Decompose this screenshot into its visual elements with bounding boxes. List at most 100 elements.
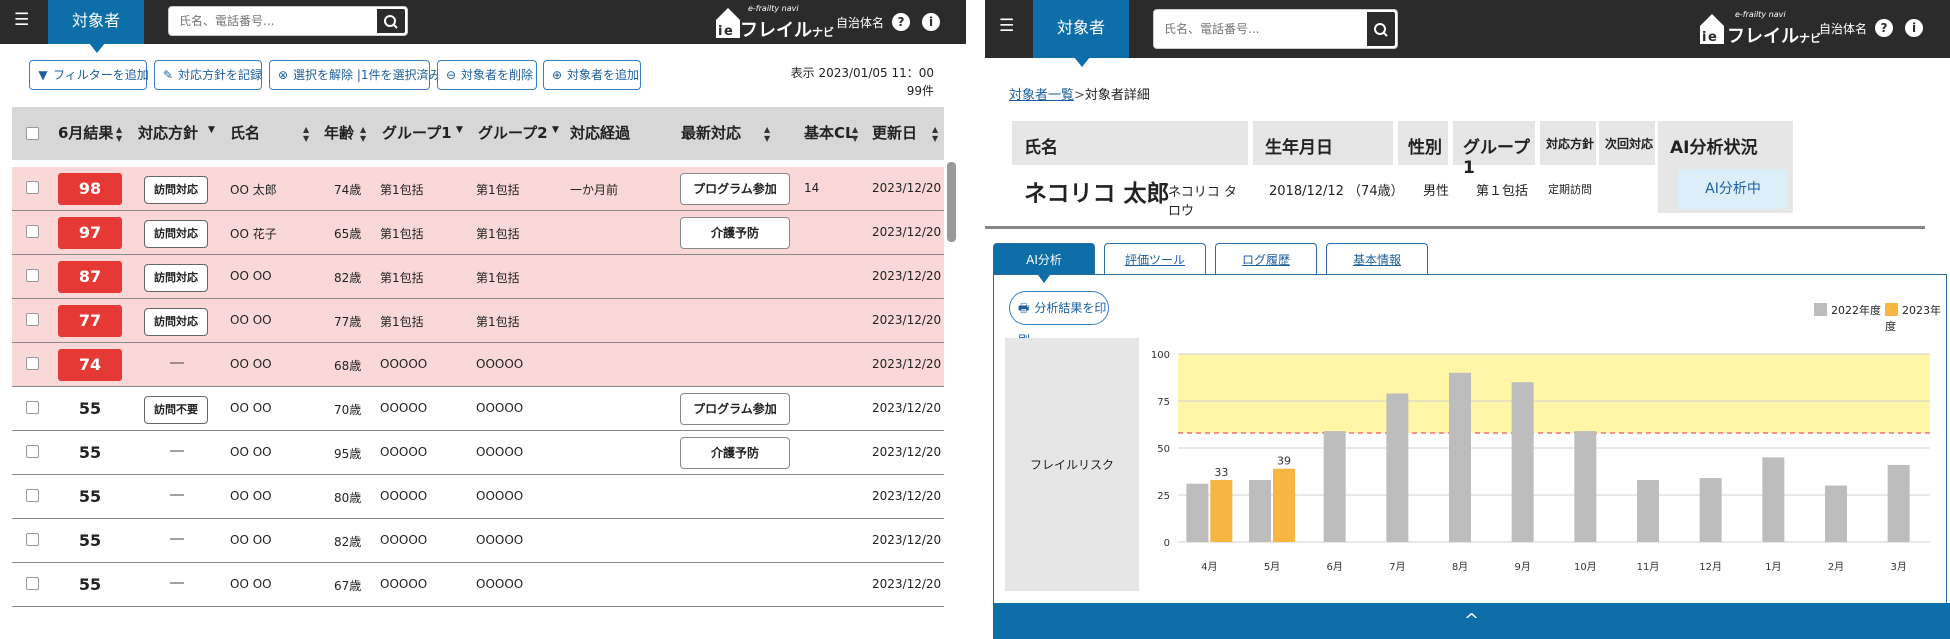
table-row[interactable]: 87 訪問対応 OO OO 82歳 第1包括 第1包括 2023/12/20 — [12, 255, 944, 299]
search-icon — [384, 15, 398, 29]
row-checkbox[interactable] — [26, 445, 39, 458]
table-row[interactable]: 55 ― OO OO 67歳 OOOOO OOOOO 2023/12/20 — [12, 563, 944, 607]
record-policy-button[interactable]: ✎ 対応方針を記録 — [154, 60, 262, 90]
row-checkbox[interactable] — [26, 489, 39, 502]
group2-cell: 第1包括 — [476, 315, 520, 329]
delete-subject-button[interactable]: ⊖ 対象者を削除 — [437, 60, 537, 90]
select-all-checkbox[interactable] — [26, 127, 39, 140]
tab-ai-analysis[interactable]: AI分析 — [993, 243, 1095, 283]
sort-icon[interactable]: ▲ ▼ — [360, 125, 366, 143]
row-checkbox[interactable] — [26, 357, 39, 370]
name-cell: OO OO — [230, 533, 272, 547]
column-header-age[interactable]: 年齢 — [324, 107, 354, 160]
search-input[interactable] — [169, 7, 374, 35]
sort-icon[interactable]: ▲ ▼ — [116, 125, 122, 143]
latest-action-button[interactable]: プログラム参加 — [680, 173, 790, 205]
table-row[interactable]: 97 訪問対応 OO 花子 65歳 第1包括 第1包括 介護予防 2023/12/20 — [12, 211, 944, 255]
search-input[interactable] — [1154, 10, 1359, 48]
birth-label: 生年月日 — [1253, 121, 1393, 165]
dropdown-icon[interactable]: ▼ — [552, 125, 559, 135]
print-results-button[interactable]: 🖶分析結果を印刷 — [1009, 291, 1109, 347]
search-button[interactable] — [1365, 10, 1397, 48]
clear-selection-button[interactable]: ⊗ 選択を解除 |1件を選択済み — [269, 60, 441, 90]
data-label: 33 — [1214, 466, 1228, 479]
table-row[interactable]: 74 ― OO OO 68歳 OOOOO OOOOO 2023/12/20 — [12, 343, 944, 387]
table-row[interactable]: 55 ― OO OO 95歳 OOOOO OOOOO 介護予防 2023/12/20 — [12, 431, 944, 475]
policy-button[interactable]: 訪問対応 — [144, 176, 208, 204]
score-badge: 77 — [58, 305, 122, 337]
table-row[interactable]: 55 訪問不要 OO OO 70歳 OOOOO OOOOO プログラム参加 2023/12/2… — [12, 387, 944, 431]
group2-cell: OOOOO — [476, 357, 524, 371]
score-badge: 98 — [58, 173, 122, 205]
group2-cell: 第1包括 — [476, 271, 520, 285]
policy-label: 対応方針 — [1540, 121, 1596, 165]
row-checkbox[interactable] — [26, 401, 39, 414]
svg-text:e: e — [724, 24, 733, 39]
menu-icon[interactable]: ☰ — [14, 12, 32, 29]
table-row[interactable]: 77 訪問対応 OO OO 77歳 第1包括 第1包括 2023/12/20 — [12, 299, 944, 343]
add-filter-button[interactable]: ▼ フィルターを追加 — [29, 60, 149, 90]
menu-icon[interactable]: ☰ — [999, 18, 1017, 35]
user-plus-icon: ⊕ — [551, 68, 563, 82]
column-header-group1[interactable]: グループ1 — [382, 107, 452, 160]
tab-subjects[interactable]: 対象者 — [1033, 0, 1129, 67]
table-row[interactable]: 55 ― OO OO 82歳 OOOOO OOOOO 2023/12/20 — [12, 519, 944, 563]
row-checkbox[interactable] — [26, 577, 39, 590]
tab-evaluation-tools[interactable]: 評価ツール — [1104, 243, 1206, 275]
y-tick-label: 0 — [1164, 538, 1170, 549]
column-header-progress[interactable]: 対応経過 — [570, 107, 630, 160]
latest-action-button[interactable]: 介護予防 — [680, 217, 790, 249]
x-tick-label: 9月 — [1514, 561, 1530, 573]
row-checkbox[interactable] — [26, 181, 39, 194]
sort-icon[interactable]: ▲ ▼ — [764, 125, 770, 143]
tab-basic-info[interactable]: 基本情報 — [1326, 243, 1428, 275]
table-row[interactable]: 55 ― OO OO 80歳 OOOOO OOOOO 2023/12/20 — [12, 475, 944, 519]
table-row[interactable]: 98 訪問対応 OO 太郎 74歳 第1包括 第1包括 一か月前 プログラム参加 14 2023/… — [12, 167, 944, 211]
column-header-group2[interactable]: グループ2 — [478, 107, 548, 160]
row-checkbox[interactable] — [26, 225, 39, 238]
column-header-latest[interactable]: 最新対応 — [681, 107, 741, 160]
collapse-bar[interactable]: ^ — [993, 603, 1950, 639]
x-tick-label: 11月 — [1637, 561, 1660, 573]
sort-icon[interactable]: ▲ ▼ — [932, 125, 938, 143]
updated-cell: 2023/12/20 — [872, 401, 942, 415]
question-circle-icon[interactable]: ? — [1875, 19, 1893, 37]
policy-button[interactable]: 訪問対応 — [144, 308, 208, 336]
group2-cell: 第1包括 — [476, 227, 520, 241]
search-icon — [1374, 23, 1388, 37]
bar-2022 — [1449, 372, 1471, 542]
dropdown-icon[interactable]: ▼ — [208, 125, 215, 135]
question-circle-icon[interactable]: ? — [892, 13, 910, 31]
name-cell: OO OO — [230, 357, 272, 371]
updated-cell: 2023/12/20 — [872, 269, 942, 283]
info-icon[interactable]: i — [1905, 19, 1923, 37]
search-button[interactable] — [375, 7, 407, 35]
column-header-basic-cl[interactable]: 基本CL — [804, 107, 855, 160]
row-checkbox[interactable] — [26, 533, 39, 546]
policy-button[interactable]: 訪問対応 — [144, 220, 208, 248]
sort-icon[interactable]: ▲ ▼ — [852, 125, 858, 143]
row-checkbox[interactable] — [26, 313, 39, 326]
latest-action-button[interactable]: プログラム参加 — [680, 393, 790, 425]
scrollbar[interactable] — [947, 162, 956, 242]
sort-icon[interactable]: ▲ ▼ — [303, 125, 309, 143]
dropdown-icon[interactable]: ▼ — [456, 125, 463, 135]
column-header-score[interactable]: 6月結果 — [58, 107, 113, 160]
name-cell: OO 太郎 — [230, 183, 277, 197]
add-subject-button[interactable]: ⊕ 対象者を追加 — [543, 60, 641, 90]
legend-swatch — [1885, 303, 1898, 316]
tab-log-history[interactable]: ログ履歴 — [1215, 243, 1317, 275]
app-header: ☰ 対象者 i e e-frailty navi フレイルナビ 自治体名 ? i — [0, 0, 966, 53]
latest-action-button[interactable]: 介護予防 — [680, 437, 790, 469]
column-header-updated[interactable]: 更新日 — [872, 107, 917, 160]
tab-subjects[interactable]: 対象者 — [48, 0, 144, 53]
column-header-policy[interactable]: 対応方針 — [138, 107, 198, 160]
svg-text:i: i — [1702, 30, 1706, 45]
breadcrumb-link-list[interactable]: 対象者一覧 — [1009, 88, 1074, 103]
printer-icon: 🖶 — [1018, 301, 1030, 315]
info-icon[interactable]: i — [922, 13, 940, 31]
row-checkbox[interactable] — [26, 269, 39, 282]
policy-button[interactable]: 訪問対応 — [144, 264, 208, 292]
column-header-name[interactable]: 氏名 — [230, 107, 260, 160]
policy-button[interactable]: 訪問不要 — [144, 396, 208, 424]
